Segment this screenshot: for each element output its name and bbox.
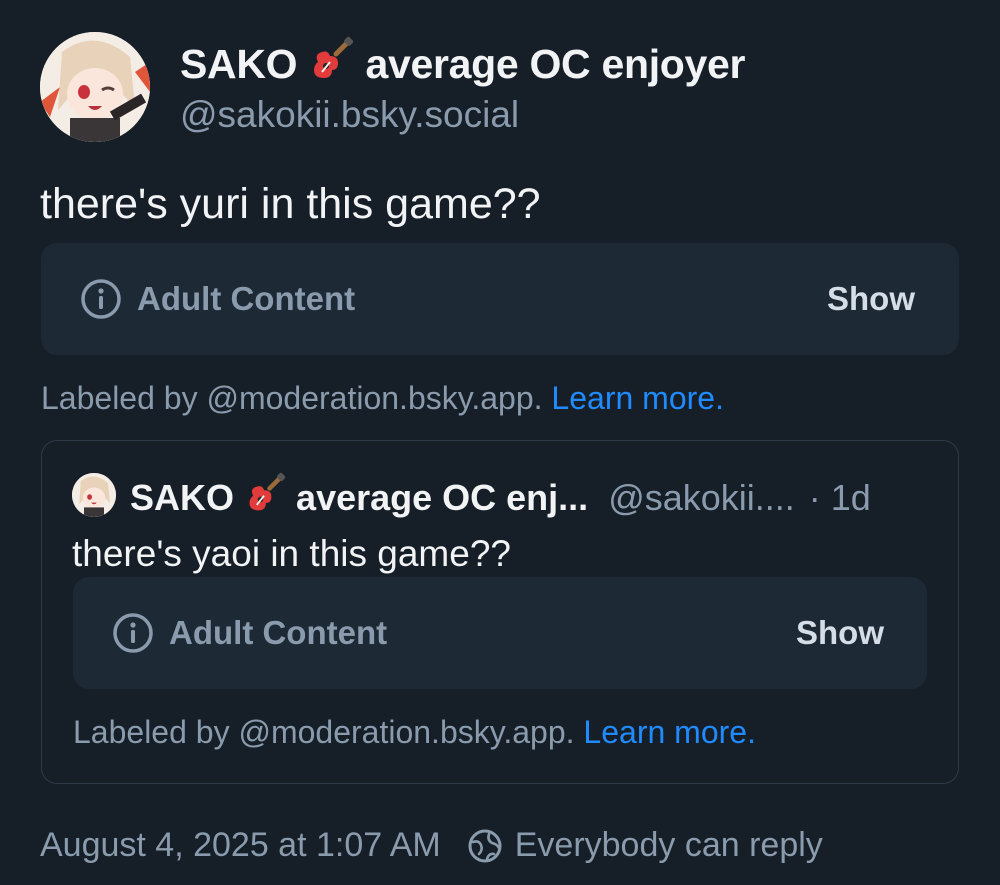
quote-name-suffix: average OC enj... (296, 477, 589, 518)
quote-labeler-notice: Labeled by @moderation.bsky.app. Learn m… (73, 714, 756, 751)
author-display-name[interactable]: SAKO average OC enjoyer (180, 36, 746, 88)
guitar-icon (314, 36, 354, 78)
post-timestamp[interactable]: August 4, 2025 at 1:07 AM (40, 826, 441, 865)
quoted-post[interactable]: SAKO average OC enj... @sakokii.... · 1d … (41, 440, 959, 784)
post-footer: August 4, 2025 at 1:07 AM Everybody can … (40, 826, 823, 865)
quote-text: there's yaoi in this game?? (72, 533, 511, 574)
warning-label: Adult Content (169, 614, 388, 651)
show-button[interactable]: Show (796, 614, 884, 652)
info-icon (81, 279, 121, 319)
show-button[interactable]: Show (827, 280, 915, 318)
globe-icon (468, 829, 502, 862)
quote-content-warning: Adult Content Show (73, 577, 927, 689)
reply-setting[interactable]: Everybody can reply (515, 826, 823, 865)
display-name-suffix: average OC enjoyer (365, 41, 746, 87)
quote-name-prefix: SAKO (130, 477, 235, 518)
labeler-notice: Labeled by @moderation.bsky.app. Learn m… (41, 380, 724, 417)
quote-display-name[interactable]: SAKO average OC enj... (130, 472, 598, 518)
post-text: there's yuri in this game?? (40, 180, 541, 228)
author-handle[interactable]: @sakokii.bsky.social (180, 94, 519, 136)
learn-more-link[interactable]: Learn more. (583, 714, 756, 750)
author-avatar[interactable] (40, 32, 150, 142)
warning-label: Adult Content (137, 280, 356, 317)
labeled-by-text: Labeled by @moderation.bsky.app. (41, 380, 543, 416)
quote-author-avatar[interactable] (72, 473, 116, 517)
info-icon (113, 613, 153, 653)
quote-time: · 1d (808, 477, 871, 518)
guitar-icon (249, 472, 286, 511)
labeled-by-text: Labeled by @moderation.bsky.app. (73, 714, 575, 750)
quote-handle[interactable]: @sakokii.... (608, 477, 795, 518)
quote-header: SAKO average OC enj... @sakokii.... · 1d (130, 472, 871, 519)
learn-more-link[interactable]: Learn more. (551, 380, 724, 416)
display-name-prefix: SAKO (180, 41, 298, 87)
content-warning: Adult Content Show (41, 243, 959, 355)
